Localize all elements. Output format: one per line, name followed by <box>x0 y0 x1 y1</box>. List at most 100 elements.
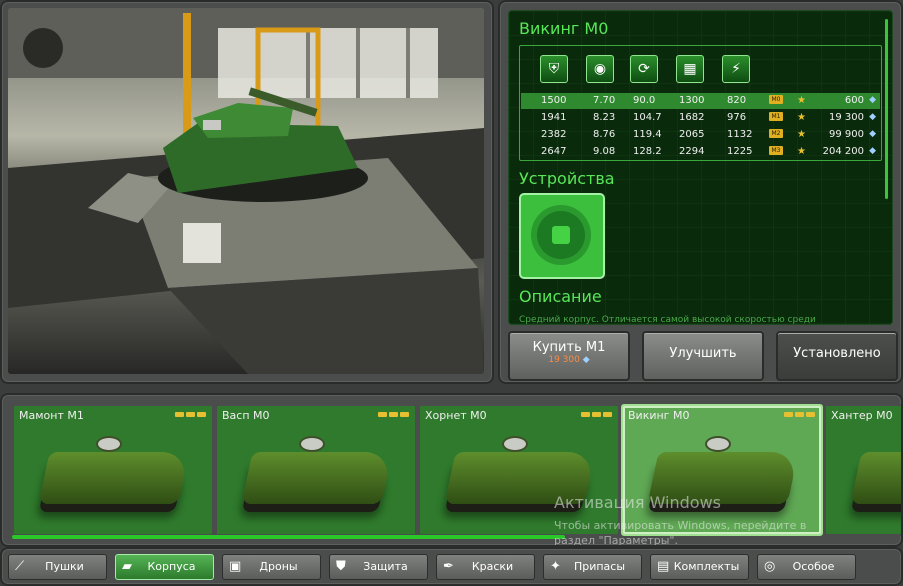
modification-badge: M1 <box>769 112 783 121</box>
spec-weight: 2065 <box>679 129 705 140</box>
spec-row[interactable]: 1500 7.70 90.0 1300 820 M0 ★ 600 ◆ <box>521 93 880 109</box>
item-card[interactable]: Мамонт М1 <box>12 404 214 536</box>
spec-turn: 119.4 <box>633 129 662 140</box>
tab-paint[interactable]: ✒ Краски <box>436 554 535 580</box>
tab-hull[interactable]: ▰ Корпуса <box>115 554 214 580</box>
description-text: Средний корпус. Отличается самой высокой… <box>519 315 816 325</box>
spec-row[interactable]: 1941 8.23 104.7 1682 976 M1 ★ 19 300 ◆ <box>521 110 880 126</box>
item-card[interactable]: Васп М0 <box>215 404 417 536</box>
tab-label: Комплекты <box>673 560 740 573</box>
spec-speed: 8.23 <box>593 112 616 123</box>
spec-power: 1225 <box>727 146 753 157</box>
rank-icon: ★ <box>797 112 806 123</box>
hatch-image <box>502 436 528 452</box>
tab-supplies[interactable]: ✦ Припасы <box>543 554 642 580</box>
armor-icon: ⛨ <box>540 55 568 83</box>
tab-shield[interactable]: ⛊ Защита <box>329 554 428 580</box>
speed-icon: ◉ <box>586 55 614 83</box>
spec-speed: 7.70 <box>593 95 616 106</box>
tab-gun[interactable]: ⟋ Пушки <box>8 554 107 580</box>
spec-price: 19 300 <box>829 112 864 123</box>
hull-image <box>850 452 901 504</box>
spec-armor: 1941 <box>541 112 567 123</box>
garage-items-strip[interactable]: Мамонт М1 Васп М0 Хорнет М0 Викинг М0 Хантер… <box>0 393 903 547</box>
tab-label: Припасы <box>573 560 626 573</box>
tab-label: Защита <box>363 560 408 573</box>
buy-price: 19 300 ◆ <box>548 355 590 365</box>
info-scrollbar[interactable] <box>885 19 888 199</box>
device-gear-icon <box>537 211 585 259</box>
item-card[interactable]: Викинг М0 <box>621 404 823 536</box>
spec-weight: 1682 <box>679 112 705 123</box>
spec-row[interactable]: 2647 9.08 128.2 2294 1225 M3 ★ 204 200 ◆ <box>521 144 880 160</box>
tab-label: Краски <box>471 560 514 573</box>
spec-weight: 2294 <box>679 146 705 157</box>
turn-speed-icon: ⟳ <box>630 55 658 83</box>
spec-weight: 1300 <box>679 95 705 106</box>
tab-label: Пушки <box>45 560 84 573</box>
crystal-icon: ◆ <box>869 146 876 156</box>
spec-power: 1132 <box>727 129 753 140</box>
tab-label: Дроны <box>259 560 298 573</box>
item-card[interactable]: Хорнет М0 <box>418 404 620 536</box>
hull-image <box>444 452 596 504</box>
item-title: Викинг М0 <box>519 19 609 38</box>
crystal-icon: ◆ <box>582 355 590 365</box>
devices-title: Устройства <box>519 169 615 188</box>
spec-row[interactable]: 2382 8.76 119.4 2065 1132 M2 ★ 99 900 ◆ <box>521 127 880 143</box>
item-rank-badges <box>784 412 815 417</box>
power-icon: ⚡ <box>722 55 750 83</box>
tab-label: Особое <box>792 560 835 573</box>
spec-power: 820 <box>727 95 747 106</box>
weight-icon: ▦ <box>676 55 704 83</box>
item-name: Хорнет М0 <box>425 409 487 422</box>
item-name: Мамонт М1 <box>19 409 84 422</box>
device-slot[interactable] <box>519 193 605 279</box>
rank-icon: ★ <box>797 129 806 140</box>
hatch-image <box>96 436 122 452</box>
spec-speed: 8.76 <box>593 129 616 140</box>
crystal-icon: ◆ <box>869 129 876 139</box>
tab-special[interactable]: ◎ Особое <box>757 554 856 580</box>
spec-armor: 2382 <box>541 129 567 140</box>
modification-badge: M2 <box>769 129 783 138</box>
spec-turn: 90.0 <box>633 95 656 106</box>
rank-icon: ★ <box>797 95 806 106</box>
item-info-panel: Викинг М0 ⛨ ◉ ⟳ ▦ ⚡ 1500 7.70 90.0 1300 820 M… <box>498 0 903 384</box>
hatch-image <box>299 436 325 452</box>
spec-price: 204 200 <box>822 146 864 157</box>
buy-button[interactable]: Купить М1 19 300 ◆ <box>508 331 630 381</box>
tab-kits[interactable]: ▤ Комплекты <box>650 554 749 580</box>
tab-drone[interactable]: ▣ Дроны <box>222 554 321 580</box>
specs-table: ⛨ ◉ ⟳ ▦ ⚡ 1500 7.70 90.0 1300 820 M0 ★ 600 ◆ 1941… <box>519 45 882 161</box>
spec-armor: 1500 <box>541 95 567 106</box>
item-name: Викинг М0 <box>628 409 690 422</box>
upgrade-button[interactable]: Улучшить <box>642 331 764 381</box>
hangar-viewport[interactable] <box>0 0 494 384</box>
spec-turn: 128.2 <box>633 146 662 157</box>
hangar-illustration <box>8 8 484 374</box>
item-rank-badges <box>175 412 206 417</box>
installed-button[interactable]: Установлено <box>776 331 898 381</box>
item-rank-badges <box>581 412 612 417</box>
spec-power: 976 <box>727 112 747 123</box>
spec-turn: 104.7 <box>633 112 662 123</box>
description-title: Описание <box>519 287 602 306</box>
item-card[interactable]: Хантер М0 <box>824 404 901 536</box>
spec-price: 99 900 <box>829 129 864 140</box>
spec-armor: 2647 <box>541 146 567 157</box>
item-name: Хантер М0 <box>831 409 893 422</box>
crystal-icon: ◆ <box>869 95 876 105</box>
item-info-content[interactable]: Викинг М0 ⛨ ◉ ⟳ ▦ ⚡ 1500 7.70 90.0 1300 820 M… <box>508 10 893 325</box>
category-tabs: ⟋ Пушки ▰ Корпуса ▣ Дроны ⛊ Защита ✒ Краски ✦ Припа… <box>0 547 903 586</box>
spec-speed: 9.08 <box>593 146 616 157</box>
modification-badge: M3 <box>769 146 783 155</box>
hull-image <box>38 452 190 504</box>
hangar-scene[interactable] <box>8 8 484 374</box>
spec-price: 600 <box>844 95 864 106</box>
hull-image <box>647 452 799 504</box>
items-scrollbar[interactable] <box>12 535 565 539</box>
item-name: Васп М0 <box>222 409 270 422</box>
hatch-image <box>705 436 731 452</box>
tab-label: Корпуса <box>147 560 196 573</box>
